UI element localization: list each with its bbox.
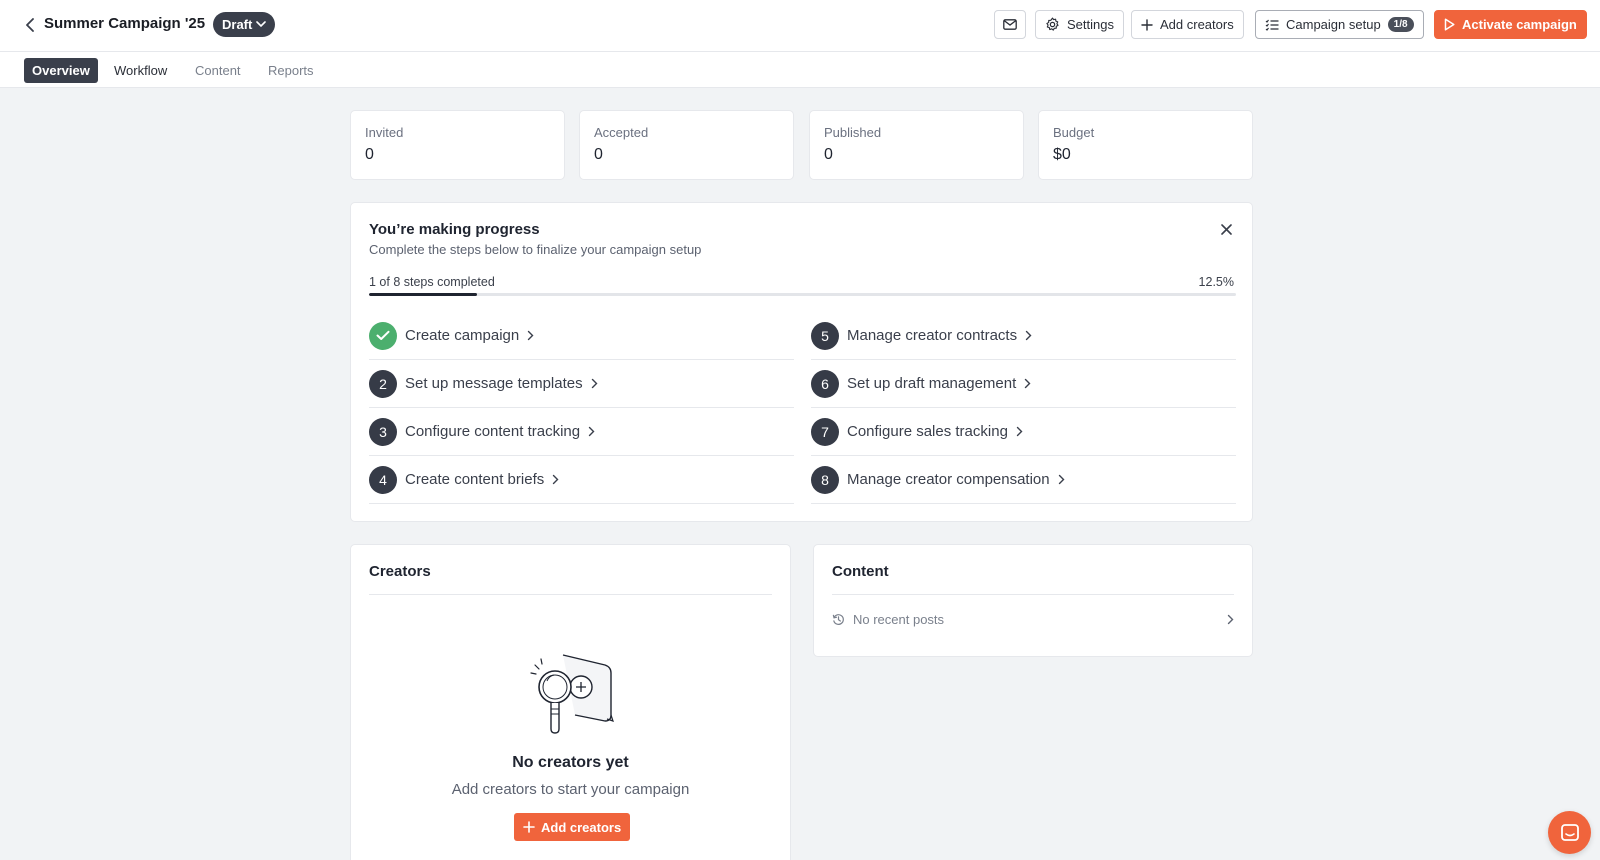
gear-icon (1046, 17, 1059, 31)
divider (832, 594, 1234, 595)
stat-value: 0 (824, 146, 833, 163)
no-recent-posts-text: No recent posts (853, 611, 945, 627)
plus-icon (1141, 18, 1153, 31)
creators-card: Creators No creators yet Add creators to… (350, 544, 791, 860)
play-icon (1444, 18, 1455, 31)
empty-state-subtitle: Add creators to start your campaign (451, 781, 690, 798)
steps-completed-text: 1 of 8 steps completed (369, 275, 495, 289)
stat-card-invited: Invited 0 (350, 110, 565, 180)
step-label: Manage creator contracts (847, 327, 1018, 344)
creators-card-title: Creators (369, 563, 431, 580)
close-icon[interactable] (1216, 219, 1236, 239)
stat-label: Budget (1053, 125, 1095, 140)
tab-content[interactable]: Content (187, 58, 249, 83)
activate-label: Activate campaign (1462, 17, 1577, 32)
stat-value: 0 (594, 146, 603, 163)
step-label: Configure content tracking (405, 423, 581, 440)
tab-reports[interactable]: Reports (260, 58, 322, 83)
step-draft-management[interactable]: 6 Set up draft management (811, 360, 1236, 408)
step-label: Create campaign (405, 327, 520, 344)
step-sales-tracking[interactable]: 7 Configure sales tracking (811, 408, 1236, 456)
step-creator-compensation[interactable]: 8 Manage creator compensation (811, 456, 1236, 504)
tab-bar: Overview Workflow Content Reports (0, 52, 1600, 88)
stat-card-budget: Budget $0 (1038, 110, 1253, 180)
progress-subtitle: Complete the steps below to finalize you… (369, 242, 702, 257)
chevron-right-icon (1024, 378, 1031, 389)
checklist-icon (1265, 19, 1279, 31)
back-arrow-icon[interactable] (18, 13, 42, 37)
setup-count-badge: 1/8 (1387, 17, 1414, 32)
stat-card-published: Published 0 (809, 110, 1024, 180)
add-creators-button-label: Add creators (541, 819, 622, 835)
chevron-right-icon (1016, 426, 1023, 437)
check-icon (369, 321, 397, 350)
content-card-title: Content (832, 563, 889, 580)
step-number: 2 (369, 369, 397, 398)
campaign-title: Summer Campaign '25 (44, 15, 206, 32)
content-card: Content No recent posts (813, 544, 1253, 657)
messages-button[interactable] (994, 10, 1026, 39)
step-number: 4 (369, 465, 397, 494)
progress-bar-fill (369, 293, 478, 296)
step-label: Set up message templates (405, 375, 583, 392)
chat-icon (1560, 823, 1579, 841)
chevron-down-icon (256, 21, 267, 28)
activate-campaign-button[interactable]: Activate campaign (1434, 10, 1587, 39)
progress-bar (369, 293, 1236, 296)
stat-label: Invited (365, 125, 404, 140)
mail-icon (1003, 19, 1017, 30)
stat-card-accepted: Accepted 0 (579, 110, 794, 180)
step-content-tracking[interactable]: 3 Configure content tracking (369, 408, 794, 456)
plus-icon (523, 821, 535, 833)
step-label: Configure sales tracking (847, 423, 1008, 440)
step-label: Set up draft management (847, 375, 1017, 392)
magnifier-illustration-icon (525, 649, 617, 735)
settings-button[interactable]: Settings (1035, 10, 1124, 39)
step-number: 3 (369, 417, 397, 446)
tab-workflow[interactable]: Workflow (106, 58, 175, 83)
add-creators-label: Add creators (1160, 17, 1234, 32)
chevron-right-icon (1025, 330, 1032, 341)
step-create-campaign[interactable]: Create campaign (369, 312, 794, 360)
stat-label: Accepted (594, 125, 649, 140)
step-label: Manage creator compensation (847, 471, 1050, 488)
add-creators-button[interactable]: Add creators (514, 813, 631, 841)
step-number: 5 (811, 321, 839, 350)
top-bar: Summer Campaign '25 Draft Settings Add c… (0, 0, 1600, 52)
chevron-right-icon (591, 378, 598, 389)
tab-overview[interactable]: Overview (24, 58, 98, 83)
chat-support-button[interactable] (1548, 811, 1591, 854)
chevron-right-icon (1058, 474, 1065, 485)
settings-label: Settings (1067, 17, 1114, 32)
step-creator-contracts[interactable]: 5 Manage creator contracts (811, 312, 1236, 360)
step-number: 7 (811, 417, 839, 446)
campaign-setup-button[interactable]: Campaign setup 1/8 (1255, 10, 1424, 39)
step-number: 8 (811, 465, 839, 494)
divider (369, 594, 772, 595)
empty-state-title: No creators yet (512, 754, 629, 771)
chevron-right-icon (552, 474, 559, 485)
step-label: Create content briefs (405, 471, 545, 488)
step-number: 6 (811, 369, 839, 398)
chevron-right-icon (527, 330, 534, 341)
setup-progress-card: You’re making progress Complete the step… (350, 202, 1253, 522)
recent-posts-row[interactable]: No recent posts (832, 605, 1234, 633)
campaign-setup-label: Campaign setup (1286, 17, 1381, 32)
stat-value: 0 (365, 146, 374, 163)
history-icon (832, 613, 844, 625)
status-label: Draft (222, 17, 253, 32)
chevron-right-icon (588, 426, 595, 437)
step-message-templates[interactable]: 2 Set up message templates (369, 360, 794, 408)
stat-label: Published (824, 125, 882, 140)
progress-percent: 12.5% (1198, 275, 1234, 289)
stat-value: $0 (1053, 146, 1071, 163)
status-dropdown[interactable]: Draft (213, 12, 276, 37)
progress-title: You’re making progress (369, 221, 540, 238)
add-creators-header-button[interactable]: Add creators (1131, 10, 1244, 39)
chevron-right-icon (1227, 614, 1234, 624)
step-content-briefs[interactable]: 4 Create content briefs (369, 456, 794, 504)
